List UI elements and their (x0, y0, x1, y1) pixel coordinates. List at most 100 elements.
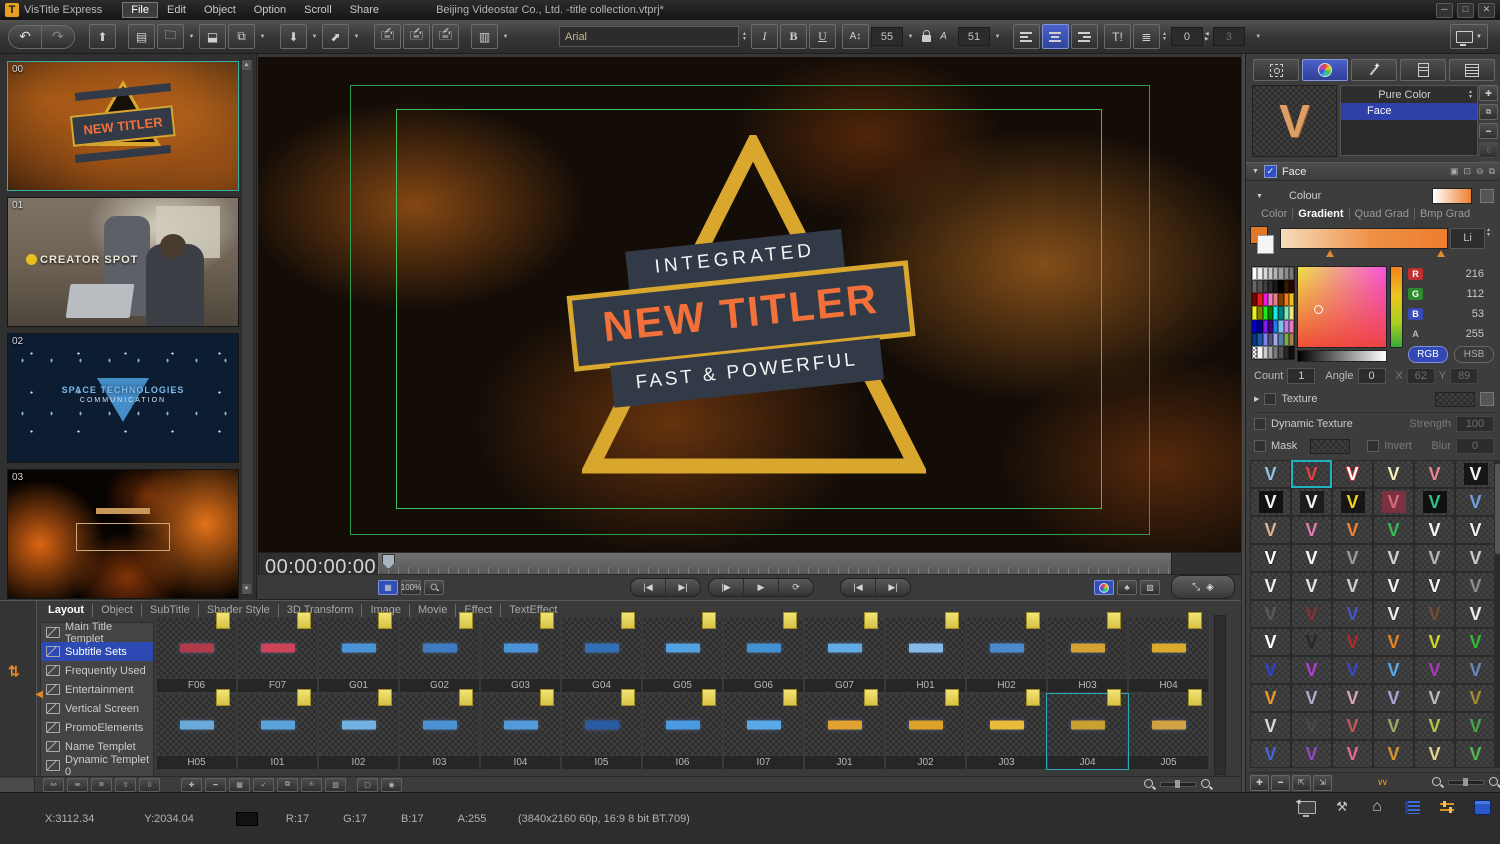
go-start-button[interactable]: |◀ (631, 579, 666, 596)
group-button[interactable]: ⧈ (91, 778, 112, 792)
template-cell[interactable]: H02 (966, 612, 1047, 692)
template-cell[interactable]: I07 (723, 689, 804, 769)
matte-view-button[interactable]: ▨ (1140, 580, 1160, 595)
style-swatch[interactable]: V (1291, 628, 1332, 656)
template-cell[interactable]: G05 (642, 612, 723, 692)
zoom-out-icon[interactable] (1431, 776, 1444, 789)
paste-template-button[interactable]: ⎀ (301, 778, 322, 792)
style-swatch[interactable]: V (1373, 572, 1414, 600)
export-dropdown[interactable]: ▼ (351, 25, 362, 48)
style-swatch[interactable]: V (1414, 712, 1455, 740)
style-swatch[interactable]: V (1250, 740, 1291, 768)
style-swatch[interactable]: V (1291, 740, 1332, 768)
palette-swatch[interactable] (1288, 332, 1294, 346)
y-input[interactable]: 89 (1450, 368, 1479, 384)
style-swatch[interactable]: V (1455, 516, 1496, 544)
style-swatch[interactable]: V (1373, 460, 1414, 488)
template-cell[interactable]: H05 (156, 689, 237, 769)
script-dropdown[interactable]: ▼ (500, 25, 511, 48)
template-cell[interactable]: I01 (237, 689, 318, 769)
style-swatch[interactable]: V (1414, 684, 1455, 712)
style-swatch[interactable]: V (1455, 488, 1496, 516)
line-spacing-input[interactable]: 0 (1170, 27, 1203, 46)
tab-template[interactable] (1400, 59, 1446, 81)
style-swatch[interactable]: V (1291, 516, 1332, 544)
style-swatch[interactable]: V (1455, 628, 1496, 656)
char-width-dropdown[interactable]: ▼ (992, 25, 1003, 48)
clap-out-button[interactable]: 🖆 (403, 24, 430, 49)
layer-row-face[interactable]: Face (1341, 103, 1477, 120)
move-up-button[interactable]: ⇧ (115, 778, 136, 792)
add-layer-button[interactable]: ✚ (1479, 85, 1498, 101)
line-layout-button[interactable]: ≣ (1132, 24, 1160, 49)
save-all-button[interactable]: ⧉ (228, 24, 255, 49)
rgb-view-button[interactable] (1094, 580, 1114, 595)
collapse-panel-icon[interactable]: ◀ (35, 689, 43, 700)
tab-color-style[interactable] (1302, 59, 1348, 81)
style-swatch[interactable]: V (1332, 628, 1373, 656)
style-swatch[interactable]: V (1332, 488, 1373, 516)
font-height-icon[interactable]: A↕ (841, 24, 869, 49)
mode-tab-bmp-grad[interactable]: Bmp Grad (1415, 208, 1475, 220)
category-main-title-templet[interactable]: Main Title Templet (41, 621, 153, 645)
save-dropdown[interactable]: ▼ (257, 25, 268, 48)
style-swatch[interactable]: V (1455, 544, 1496, 572)
template-cell[interactable]: J02 (885, 689, 966, 769)
strength-input[interactable]: 100 (1456, 416, 1494, 432)
hsb-mode-button[interactable]: HSB (1454, 346, 1494, 363)
template-cell[interactable]: J05 (1128, 689, 1209, 769)
prev-frame-button[interactable]: |◀ (841, 579, 876, 596)
next-frame-button[interactable]: ▶| (876, 579, 910, 596)
bold-button[interactable]: B (779, 24, 807, 49)
preview-canvas[interactable]: INTEGRATED NEW TITLER FAST & POWERFUL (258, 57, 1241, 552)
style-swatch[interactable]: V (1250, 544, 1291, 572)
script-button[interactable]: ▥ (471, 24, 498, 49)
save-button[interactable]: ⬓ (199, 24, 226, 49)
style-swatch[interactable]: V (1373, 600, 1414, 628)
settings-template-button[interactable]: ▧ (325, 778, 346, 792)
style-swatch[interactable]: V (1332, 572, 1373, 600)
task-list-icon[interactable] (1402, 798, 1422, 816)
object-type-select[interactable]: Pure Color ▲ ▼ (1340, 85, 1478, 104)
style-swatch[interactable]: V (1373, 488, 1414, 516)
alpha-view-button[interactable]: ♣ (1117, 580, 1137, 595)
remove-style-button[interactable]: ━ (1271, 774, 1290, 791)
style-swatch[interactable]: V (1373, 740, 1414, 768)
template-cell[interactable]: J03 (966, 689, 1047, 769)
fit-zoom-button[interactable] (424, 580, 444, 595)
menu-scroll[interactable]: Scroll (295, 2, 341, 18)
tab-select-tool[interactable] (1253, 59, 1299, 81)
expand-icon[interactable]: ▶ (1254, 395, 1259, 403)
redo-button[interactable]: ↷ (41, 25, 74, 48)
blur-input[interactable]: 0 (1456, 438, 1494, 454)
template-cell[interactable]: I04 (480, 689, 561, 769)
duplicate-layer-button[interactable]: ⧉ (1479, 104, 1498, 120)
category-dynamic-templet-0[interactable]: Dynamic Templet 0 (41, 754, 153, 778)
zoom-in-icon[interactable] (1200, 778, 1213, 791)
import-style-button[interactable]: ⇱ (1292, 774, 1311, 791)
add-template-button[interactable]: ✚ (181, 778, 202, 792)
template-cell[interactable]: F07 (237, 612, 318, 692)
loop-button[interactable]: ⟳ (779, 579, 813, 596)
style-swatch[interactable]: V (1455, 712, 1496, 740)
lock-ratio-icon[interactable] (921, 30, 931, 42)
move-down-button[interactable]: ⇩ (139, 778, 160, 792)
snapshot-button[interactable]: ◉ (381, 778, 402, 792)
template-cell[interactable]: G03 (480, 612, 561, 692)
category-entertainment[interactable]: Entertainment (41, 680, 153, 699)
template-cell[interactable]: G04 (561, 612, 642, 692)
style-swatch[interactable]: V (1250, 656, 1291, 684)
template-cell[interactable]: G06 (723, 612, 804, 692)
category-vertical-screen[interactable]: Vertical Screen (41, 699, 153, 718)
open-file-button[interactable]: 🗀 (157, 24, 184, 49)
texture-swatch[interactable] (1435, 391, 1475, 407)
angle-input[interactable]: 0 (1357, 368, 1386, 384)
style-swatch[interactable]: V (1291, 600, 1332, 628)
mode-tab-gradient[interactable]: Gradient (1293, 208, 1350, 220)
style-swatch[interactable]: V (1250, 628, 1291, 656)
object-type-spinner[interactable]: ▲ ▼ (1468, 90, 1473, 100)
sliders-icon[interactable] (1437, 798, 1457, 816)
style-swatch[interactable]: V (1455, 656, 1496, 684)
close-button[interactable]: ✕ (1478, 3, 1495, 18)
template-cell[interactable]: J04 (1046, 689, 1129, 770)
